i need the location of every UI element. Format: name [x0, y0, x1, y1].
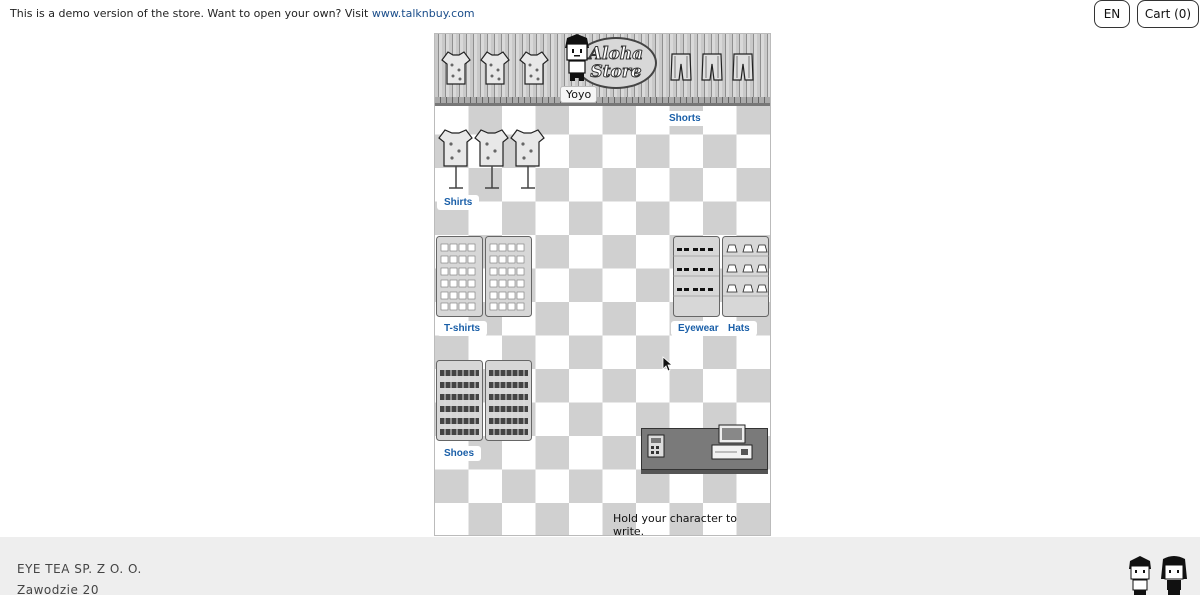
- footer: EYE TEA SP. Z O. O. Zawodzie 20: [0, 537, 1200, 595]
- cart-button[interactable]: Cart (0): [1137, 0, 1199, 28]
- section-label-eyewear[interactable]: Eyewear: [671, 321, 726, 336]
- shoe-shelves-icon[interactable]: [436, 360, 532, 442]
- section-label-tshirts[interactable]: T-shirts: [437, 321, 488, 336]
- wall-shirt-icon: [519, 51, 549, 85]
- mascot-characters-icon: [1129, 556, 1187, 595]
- store-map[interactable]: Aloha Store Yoyo Shorts Shirts T-shirts …: [434, 33, 771, 536]
- section-label-shirts[interactable]: Shirts: [437, 195, 480, 210]
- page: This is a demo version of the store. Wan…: [0, 0, 1200, 595]
- wall-shelf: [435, 97, 770, 103]
- demo-banner-text: This is a demo version of the store. Wan…: [10, 7, 372, 20]
- wall-shorts-icon: [732, 53, 754, 81]
- shirt-rack-icon[interactable]: [437, 126, 549, 192]
- cash-register-icon: [711, 424, 753, 460]
- footer-address: Zawodzie 20: [17, 583, 99, 595]
- wall-shorts-icon: [670, 53, 692, 81]
- section-label-shorts[interactable]: Shorts: [662, 111, 708, 126]
- talknbuy-link[interactable]: www.talknbuy.com: [372, 7, 475, 20]
- section-label-shoes[interactable]: Shoes: [437, 446, 482, 461]
- wall-shorts-icon: [701, 53, 723, 81]
- language-button[interactable]: EN: [1094, 0, 1130, 28]
- eyewear-hats-shelves-icon[interactable]: [673, 236, 769, 318]
- footer-company: EYE TEA SP. Z O. O.: [17, 562, 142, 576]
- wall-shirt-icon: [480, 51, 510, 85]
- demo-banner: This is a demo version of the store. Wan…: [10, 7, 475, 20]
- mouse-cursor-icon: [662, 356, 672, 372]
- write-hint: Hold your character to write.: [613, 512, 737, 536]
- player-character-icon[interactable]: [561, 34, 593, 82]
- tshirt-shelves-icon[interactable]: [436, 236, 532, 318]
- card-terminal-icon: [647, 434, 665, 458]
- character-name-label: Yoyo: [560, 86, 598, 103]
- wall-shirt-icon: [441, 51, 471, 85]
- section-label-hats[interactable]: Hats: [721, 321, 757, 336]
